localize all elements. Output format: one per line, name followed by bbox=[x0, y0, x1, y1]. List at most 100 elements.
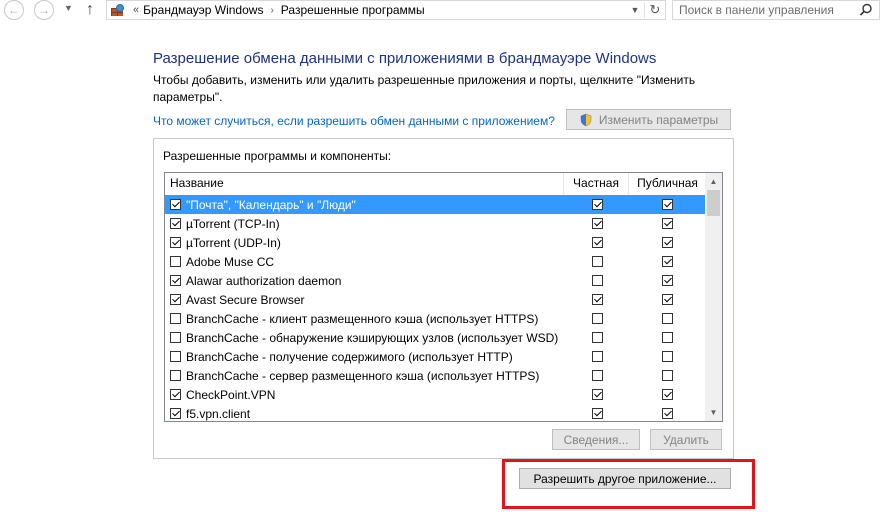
list-item[interactable]: BranchCache - сервер размещенного кэша (… bbox=[165, 366, 706, 385]
breadcrumb-overflow[interactable]: « bbox=[133, 4, 139, 16]
breadcrumb-allowed-programs[interactable]: Разрешенные программы bbox=[281, 3, 425, 17]
list-item[interactable]: Alawar authorization daemon bbox=[165, 271, 706, 290]
public-network-checkbox[interactable] bbox=[662, 275, 673, 286]
forward-button[interactable]: → bbox=[34, 0, 54, 20]
private-network-checkbox[interactable] bbox=[592, 408, 603, 419]
enable-checkbox[interactable] bbox=[170, 199, 181, 210]
list-item-label: BranchCache - обнаружение кэширующих узл… bbox=[186, 330, 559, 345]
page-description: Чтобы добавить, изменить или удалить раз… bbox=[153, 73, 696, 104]
public-network-checkbox[interactable] bbox=[662, 237, 673, 248]
enable-checkbox[interactable] bbox=[170, 237, 181, 248]
delete-button[interactable]: Удалить bbox=[650, 429, 722, 450]
list-item-name-cell: Avast Secure Browser bbox=[170, 290, 306, 309]
private-network-checkbox[interactable] bbox=[592, 370, 603, 381]
list-item-label: Adobe Muse CC bbox=[186, 254, 275, 269]
list-item[interactable]: µTorrent (TCP-In) bbox=[165, 214, 706, 233]
list-item-label: µTorrent (TCP-In) bbox=[186, 216, 280, 231]
list-item[interactable]: f5.vpn.client bbox=[165, 404, 706, 421]
list-item[interactable]: BranchCache - обнаружение кэширующих узл… bbox=[165, 328, 706, 347]
enable-checkbox[interactable] bbox=[170, 332, 181, 343]
address-bar[interactable]: « Брандмауэр Windows › Разрешенные прогр… bbox=[106, 0, 666, 20]
enable-checkbox[interactable] bbox=[170, 275, 181, 286]
private-network-checkbox[interactable] bbox=[592, 313, 603, 324]
private-network-checkbox[interactable] bbox=[592, 389, 603, 400]
enable-checkbox[interactable] bbox=[170, 256, 181, 267]
private-network-checkbox[interactable] bbox=[592, 294, 603, 305]
search-input[interactable] bbox=[679, 3, 859, 17]
scroll-down-button[interactable]: ▼ bbox=[705, 404, 722, 421]
public-network-checkbox[interactable] bbox=[662, 389, 673, 400]
public-network-checkbox[interactable] bbox=[662, 218, 673, 229]
enable-checkbox[interactable] bbox=[170, 351, 181, 362]
list-item-label: f5.vpn.client bbox=[186, 406, 251, 421]
enable-checkbox[interactable] bbox=[170, 218, 181, 229]
up-arrow-icon: ↑ bbox=[86, 1, 94, 18]
list-item-label: CheckPoint.VPN bbox=[186, 387, 276, 402]
panel-label: Разрешенные программы и компоненты: bbox=[163, 149, 392, 163]
recent-pages-button[interactable]: ▼ bbox=[64, 3, 73, 13]
back-button[interactable]: ← bbox=[4, 0, 24, 20]
vertical-scrollbar[interactable]: ▲ ▼ bbox=[705, 173, 722, 421]
list-item-name-cell: f5.vpn.client bbox=[170, 404, 251, 421]
scroll-thumb[interactable] bbox=[707, 190, 720, 216]
list-item-name-cell: BranchCache - обнаружение кэширующих узл… bbox=[170, 328, 559, 347]
column-header-name[interactable]: Название bbox=[165, 173, 564, 194]
refresh-icon: ↻ bbox=[649, 2, 661, 17]
list-item[interactable]: CheckPoint.VPN bbox=[165, 385, 706, 404]
public-network-checkbox[interactable] bbox=[662, 294, 673, 305]
list-item-name-cell: BranchCache - клиент размещенного кэша (… bbox=[170, 309, 539, 328]
private-network-checkbox[interactable] bbox=[592, 351, 603, 362]
list-rows: "Почта", "Календарь" и "Люди" µTorrent (T… bbox=[165, 195, 706, 421]
list-item[interactable]: "Почта", "Календарь" и "Люди" bbox=[165, 195, 706, 214]
list-item[interactable]: BranchCache - получение содержимого (исп… bbox=[165, 347, 706, 366]
list-item-name-cell: Adobe Muse CC bbox=[170, 252, 275, 271]
public-network-checkbox[interactable] bbox=[662, 351, 673, 362]
scroll-up-button[interactable]: ▲ bbox=[705, 173, 722, 190]
list-item-name-cell: "Почта", "Календарь" и "Люди" bbox=[170, 195, 357, 214]
public-network-checkbox[interactable] bbox=[662, 408, 673, 419]
enable-checkbox[interactable] bbox=[170, 389, 181, 400]
breadcrumb-separator-icon[interactable]: › bbox=[270, 5, 273, 16]
private-network-checkbox[interactable] bbox=[592, 256, 603, 267]
private-network-checkbox[interactable] bbox=[592, 332, 603, 343]
firewall-icon bbox=[111, 4, 125, 16]
public-network-checkbox[interactable] bbox=[662, 313, 673, 324]
breadcrumb-firewall[interactable]: Брандмауэр Windows bbox=[143, 3, 263, 17]
change-settings-button[interactable]: Изменить параметры bbox=[566, 109, 731, 130]
list-item[interactable]: BranchCache - клиент размещенного кэша (… bbox=[165, 309, 706, 328]
navigation-bar: ← → ▼ ↑ « Брандмауэр Windows › Разрешенн… bbox=[0, 0, 883, 22]
list-item-name-cell: Alawar authorization daemon bbox=[170, 271, 342, 290]
private-network-checkbox[interactable] bbox=[592, 218, 603, 229]
enable-checkbox[interactable] bbox=[170, 313, 181, 324]
public-network-checkbox[interactable] bbox=[662, 370, 673, 381]
enable-checkbox[interactable] bbox=[170, 408, 181, 419]
public-network-checkbox[interactable] bbox=[662, 332, 673, 343]
list-item-label: Avast Secure Browser bbox=[186, 292, 305, 307]
list-item[interactable]: µTorrent (UDP-In) bbox=[165, 233, 706, 252]
forward-arrow-icon: → bbox=[38, 3, 50, 17]
search-box[interactable] bbox=[672, 0, 880, 20]
enable-checkbox[interactable] bbox=[170, 294, 181, 305]
private-network-checkbox[interactable] bbox=[592, 199, 603, 210]
refresh-button[interactable]: ↻ bbox=[644, 2, 665, 18]
search-icon[interactable] bbox=[859, 3, 873, 17]
public-network-checkbox[interactable] bbox=[662, 199, 673, 210]
list-item[interactable]: Adobe Muse CC bbox=[165, 252, 706, 271]
private-network-checkbox[interactable] bbox=[592, 275, 603, 286]
details-button[interactable]: Сведения... bbox=[552, 429, 640, 450]
chevron-down-icon: ▼ bbox=[630, 5, 640, 15]
address-history-button[interactable]: ▼ bbox=[626, 5, 644, 15]
allowed-programs-list[interactable]: Название Частная Публичная "Почта", "Кал… bbox=[164, 172, 723, 422]
list-item-label: "Почта", "Календарь" и "Люди" bbox=[185, 197, 357, 212]
help-link[interactable]: Что может случиться, если разрешить обме… bbox=[153, 114, 555, 128]
public-network-checkbox[interactable] bbox=[662, 256, 673, 267]
enable-checkbox[interactable] bbox=[170, 370, 181, 381]
column-header-public[interactable]: Публичная bbox=[629, 173, 706, 194]
column-header-private[interactable]: Частная bbox=[564, 173, 629, 194]
list-item[interactable]: Avast Secure Browser bbox=[165, 290, 706, 309]
private-network-checkbox[interactable] bbox=[592, 237, 603, 248]
up-button[interactable]: ↑ bbox=[86, 0, 94, 20]
list-header: Название Частная Публичная bbox=[165, 173, 706, 194]
list-item-label: BranchCache - сервер размещенного кэша (… bbox=[186, 368, 540, 383]
chevron-up-icon: ▲ bbox=[709, 177, 718, 186]
